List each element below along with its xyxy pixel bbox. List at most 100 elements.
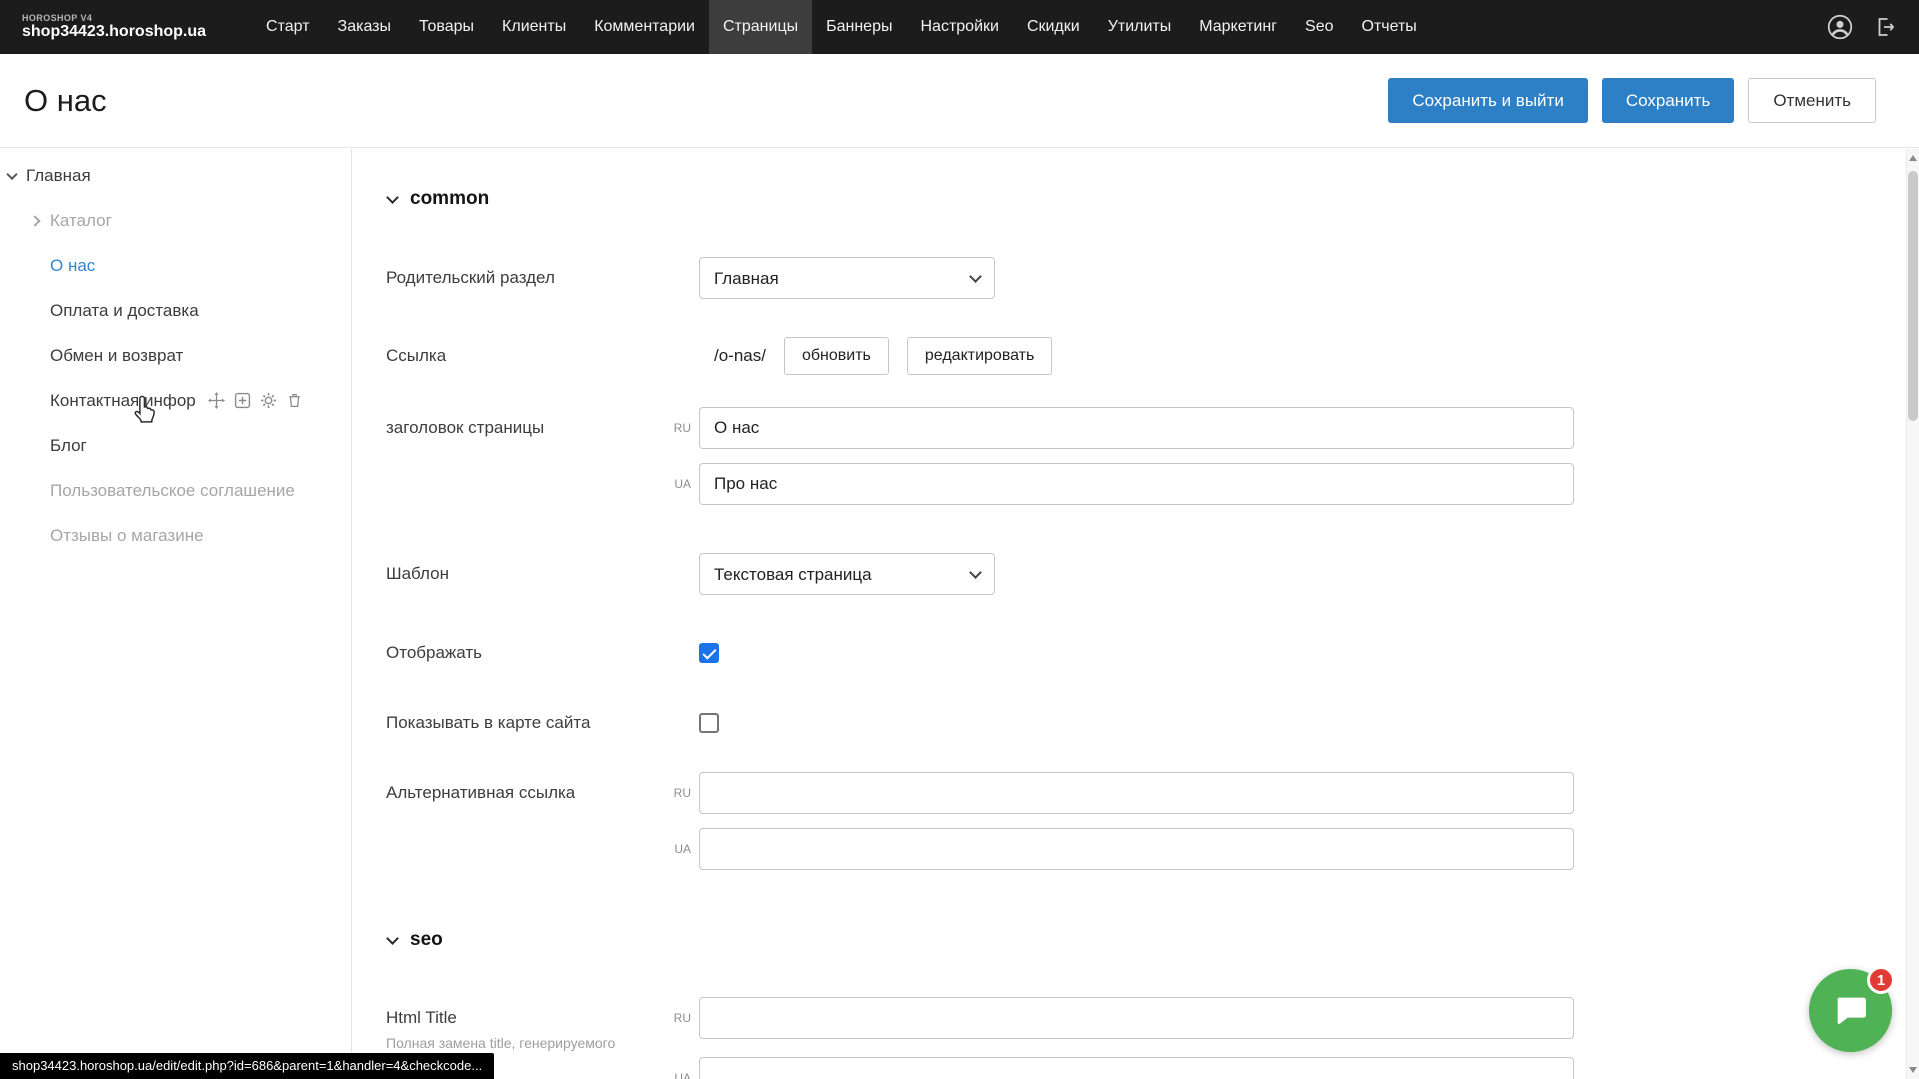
page-edit-form: common Родительский раздел Главная Ссылк… — [352, 149, 1919, 1079]
parent-section-label: Родительский раздел — [386, 268, 669, 288]
lang-ru-badge: RU — [669, 1011, 699, 1025]
page-title-row: заголовок страницы RU UA — [386, 407, 1919, 505]
tree-item-label: Контактная инфор — [50, 391, 196, 411]
link-row: Ссылка /o-nas/ обновить редактировать — [386, 335, 1919, 377]
lang-ru-badge: RU — [669, 421, 699, 435]
page-header: О нас Сохранить и выйти Сохранить Отмени… — [0, 54, 1919, 148]
chat-widget-button[interactable]: 1 — [1809, 969, 1892, 1052]
account-icon[interactable] — [1827, 14, 1853, 40]
lang-ru-badge: RU — [669, 786, 699, 800]
alt-link-ua-input[interactable] — [699, 828, 1574, 870]
display-row: Отображать — [386, 632, 1919, 674]
tree-item-otzyvy[interactable]: Отзывы о магазине — [0, 513, 351, 558]
display-checkbox[interactable] — [699, 643, 719, 663]
gear-icon[interactable] — [260, 392, 277, 409]
tree-item-label: Отзывы о магазине — [50, 526, 204, 546]
tree-item-label: О нас — [50, 256, 95, 276]
move-icon[interactable] — [208, 392, 225, 409]
lang-ua-badge: UA — [669, 842, 699, 856]
display-label: Отображать — [386, 643, 669, 663]
nav-item-klienty[interactable]: Клиенты — [488, 0, 580, 54]
nav-item-bannery[interactable]: Баннеры — [812, 0, 906, 54]
chevron-down-icon[interactable] — [6, 168, 17, 179]
tree-item-oplata[interactable]: Оплата и доставка — [0, 288, 351, 333]
horoshop-admin-app: HOROSHOP V4 shop34423.horoshop.ua Старт … — [0, 0, 1919, 1079]
alt-link-label: Альтернативная ссылка — [386, 772, 669, 803]
save-button[interactable]: Сохранить — [1602, 78, 1734, 123]
sitemap-label: Показывать в карте сайта — [386, 713, 669, 733]
nav-item-kommentarii[interactable]: Комментарии — [580, 0, 709, 54]
sitemap-row: Показывать в карте сайта — [386, 702, 1919, 744]
link-label: Ссылка — [386, 346, 669, 366]
tree-item-glavnaya[interactable]: Главная — [0, 153, 351, 198]
nav-item-start[interactable]: Старт — [252, 0, 323, 54]
scrollbar-thumb[interactable] — [1908, 171, 1918, 421]
template-row: Шаблон Текстовая страница — [386, 553, 1919, 595]
html-title-label: Html Title — [386, 1008, 669, 1028]
template-select[interactable]: Текстовая страница — [699, 553, 995, 595]
nav-item-zakazy[interactable]: Заказы — [324, 0, 405, 54]
nav-item-marketing[interactable]: Маркетинг — [1185, 0, 1291, 54]
nav-item-nastroyki[interactable]: Настройки — [906, 0, 1012, 54]
content: Главная Каталог О нас Оплата и доставка … — [0, 149, 1919, 1079]
chevron-down-icon — [386, 191, 399, 204]
topbar: HOROSHOP V4 shop34423.horoshop.ua Старт … — [0, 0, 1919, 54]
parent-section-row: Родительский раздел Главная — [386, 257, 1919, 299]
tree-item-katalog[interactable]: Каталог — [0, 198, 351, 243]
template-select-wrap: Текстовая страница — [699, 553, 995, 595]
link-refresh-button[interactable]: обновить — [784, 337, 889, 375]
tree-item-o-nas[interactable]: О нас — [0, 243, 351, 288]
template-label: Шаблон — [386, 564, 669, 584]
alt-link-ru-input[interactable] — [699, 772, 1574, 814]
lang-ua-badge: UA — [669, 1071, 699, 1079]
section-header-common[interactable]: common — [386, 185, 1919, 213]
html-title-label-block: Html Title Полная замена title, генериру… — [386, 997, 669, 1053]
nav-item-seo[interactable]: Seo — [1291, 0, 1347, 54]
topbar-right — [1827, 14, 1897, 40]
tree-item-label: Пользовательское соглашение — [50, 481, 295, 501]
header-buttons: Сохранить и выйти Сохранить Отменить — [1388, 78, 1876, 123]
nav-item-skidki[interactable]: Скидки — [1013, 0, 1094, 54]
nav-item-tovary[interactable]: Товары — [405, 0, 488, 54]
parent-section-select[interactable]: Главная — [699, 257, 995, 299]
page-title-ru-input[interactable] — [699, 407, 1574, 449]
nav-item-utility[interactable]: Утилиты — [1094, 0, 1186, 54]
trash-icon[interactable] — [286, 392, 303, 409]
nav-item-stranitsy[interactable]: Страницы — [709, 0, 812, 54]
brand[interactable]: HOROSHOP V4 shop34423.horoshop.ua — [22, 13, 206, 42]
vertical-scrollbar[interactable] — [1906, 149, 1919, 1079]
chevron-right-icon[interactable] — [29, 215, 40, 226]
tree-item-kontaktnaya[interactable]: Контактная инфор — [0, 378, 351, 423]
tree-item-label: Обмен и возврат — [50, 346, 183, 366]
section-header-seo[interactable]: seo — [386, 926, 1919, 954]
brand-domain: shop34423.horoshop.ua — [22, 23, 206, 41]
save-exit-button[interactable]: Сохранить и выйти — [1388, 78, 1587, 123]
parent-section-select-wrap: Главная — [699, 257, 995, 299]
sitemap-checkbox[interactable] — [699, 713, 719, 733]
brand-version: HOROSHOP V4 — [22, 13, 206, 23]
tree-item-obmen[interactable]: Обмен и возврат — [0, 333, 351, 378]
nav-item-otchety[interactable]: Отчеты — [1348, 0, 1431, 54]
chat-unread-badge: 1 — [1867, 966, 1895, 994]
html-title-hint: Полная замена title, генерируемого — [386, 1035, 669, 1053]
scroll-up-arrow[interactable] — [1909, 155, 1917, 161]
tree-item-soglashenie[interactable]: Пользовательское соглашение — [0, 468, 351, 513]
html-title-ua-input[interactable] — [699, 1057, 1574, 1079]
scroll-down-arrow[interactable] — [1909, 1067, 1917, 1073]
add-icon[interactable] — [234, 392, 251, 409]
html-title-ru-input[interactable] — [699, 997, 1574, 1039]
section-title: common — [410, 188, 489, 210]
page-title-ua-input[interactable] — [699, 463, 1574, 505]
page-title: О нас — [24, 83, 107, 119]
tree-item-actions — [208, 392, 303, 409]
tree-item-blog[interactable]: Блог — [0, 423, 351, 468]
chat-bubble-icon — [1831, 991, 1871, 1031]
tree-item-label: Оплата и доставка — [50, 301, 199, 321]
pages-tree-sidebar: Главная Каталог О нас Оплата и доставка … — [0, 149, 352, 1079]
logout-icon[interactable] — [1873, 15, 1897, 39]
link-edit-button[interactable]: редактировать — [907, 337, 1052, 375]
section-title: seo — [410, 929, 443, 951]
cancel-button[interactable]: Отменить — [1748, 78, 1876, 123]
tree-item-label: Каталог — [50, 211, 112, 231]
lang-ua-badge: UA — [669, 477, 699, 491]
